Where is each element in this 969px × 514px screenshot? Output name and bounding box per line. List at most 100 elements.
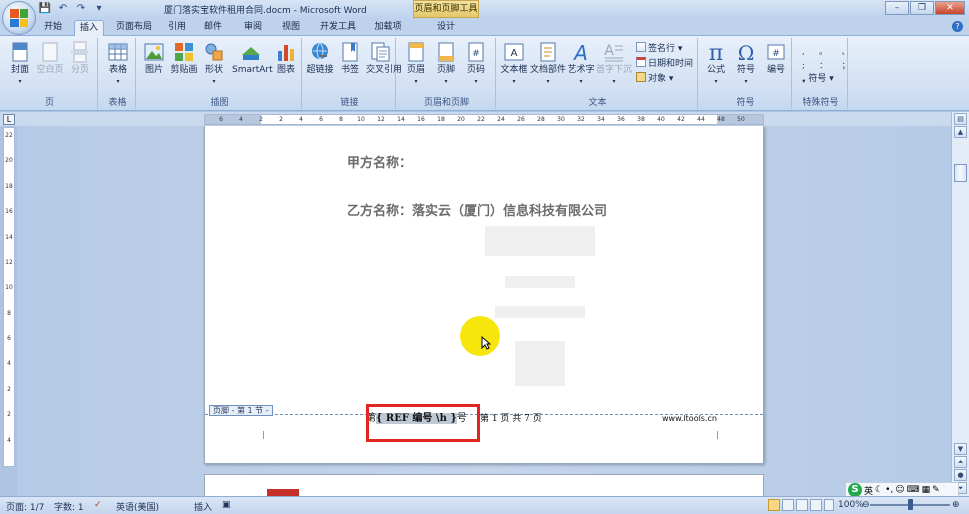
- wordart-button[interactable]: A 艺术字 ▾: [566, 41, 596, 87]
- tab-review[interactable]: 审阅: [240, 20, 266, 36]
- save-icon[interactable]: 💾: [38, 2, 52, 15]
- tab-page-layout[interactable]: 页面布局: [112, 20, 156, 36]
- group-label-special-symbols: 特殊符号: [802, 98, 839, 108]
- insert-mode[interactable]: 插入: [194, 500, 212, 513]
- emoji-icon[interactable]: ☺: [895, 485, 904, 495]
- footer-button[interactable]: 页脚 ▾: [432, 41, 460, 87]
- header-button[interactable]: 页眉 ▾: [402, 41, 430, 87]
- scroll-thumb[interactable]: [954, 164, 967, 182]
- macro-record-icon[interactable]: ▣: [222, 500, 231, 510]
- ruler-tick-label: 32: [577, 116, 585, 123]
- tab-insert[interactable]: 插入: [74, 20, 104, 36]
- svg-text:A: A: [572, 41, 588, 63]
- tab-mailings[interactable]: 邮件: [200, 20, 226, 36]
- previous-page-button[interactable]: ⏶: [954, 456, 967, 468]
- ruler-tick-label: 38: [637, 116, 645, 123]
- restore-button[interactable]: ❐: [910, 1, 934, 15]
- customize-qat-icon[interactable]: ▾: [92, 2, 106, 15]
- date-time-button[interactable]: 日期和时间: [636, 57, 693, 70]
- chart-button[interactable]: 图表: [272, 41, 300, 76]
- ruler-tick-label: 30: [557, 116, 565, 123]
- office-button[interactable]: [2, 1, 36, 35]
- ruler-tick-label: 42: [677, 116, 685, 123]
- hyperlink-icon: [312, 42, 328, 60]
- blank-page-icon: [42, 42, 58, 62]
- number-button[interactable]: # 编号: [762, 41, 790, 76]
- skin-icon[interactable]: ▦: [922, 485, 931, 495]
- scroll-down-button[interactable]: ▼: [954, 443, 967, 455]
- minimize-button[interactable]: –: [885, 1, 909, 15]
- tab-addins[interactable]: 加载项: [370, 20, 406, 36]
- picture-button[interactable]: 图片: [140, 41, 168, 76]
- signature-line-button[interactable]: 签名行 ▾: [636, 42, 682, 55]
- special-symbol-button[interactable]: ❟ 符号 ▾: [802, 74, 834, 85]
- symbol-button[interactable]: Ω 符号 ▾: [732, 41, 760, 87]
- ime-language[interactable]: 英: [864, 484, 873, 497]
- ruler-toggle-button[interactable]: ▤: [954, 113, 967, 125]
- moon-icon[interactable]: ☾: [875, 485, 883, 495]
- bookmark-button[interactable]: 书签: [336, 41, 364, 76]
- punctuation-symbols[interactable]: , 。 、: [802, 46, 856, 57]
- group-tables: 表格 ▾ 表格: [100, 38, 136, 109]
- ruler-tick-label: 6: [319, 116, 323, 123]
- shapes-icon: [205, 43, 223, 61]
- watermark-graphic: [485, 226, 595, 386]
- blank-page-button[interactable]: 空白页: [36, 41, 64, 76]
- cover-page-button[interactable]: 封面 ▾: [6, 41, 34, 87]
- close-button[interactable]: ✕: [935, 1, 965, 15]
- hyperlink-button[interactable]: 超链接: [306, 41, 334, 76]
- vertical-scrollbar[interactable]: ▤ ▲ ▼ ⏶ ● ⏷: [951, 112, 969, 496]
- vruler-tick-label: 20: [5, 157, 13, 165]
- object-button[interactable]: 对象 ▾: [636, 72, 673, 85]
- vruler-tick-label: 6: [7, 335, 11, 343]
- next-page[interactable]: [204, 474, 764, 497]
- scroll-up-button[interactable]: ▲: [954, 126, 967, 138]
- equation-button[interactable]: π 公式 ▾: [702, 41, 730, 87]
- print-layout-view-button[interactable]: [768, 499, 780, 511]
- ruler-tick-label: 10: [357, 116, 365, 123]
- draft-view-button[interactable]: [824, 499, 834, 511]
- tab-view[interactable]: 视图: [278, 20, 304, 36]
- table-button[interactable]: 表格 ▾: [104, 41, 132, 87]
- tab-home[interactable]: 开始: [40, 20, 66, 36]
- zoom-in-button[interactable]: ⊕: [952, 500, 960, 510]
- zoom-slider-thumb[interactable]: [908, 499, 913, 510]
- zoom-out-button[interactable]: ⊖: [862, 500, 870, 510]
- document-page[interactable]: 甲方名称： 乙方名称：落实云（厦门）信息科技有限公司 页脚 - 第 1 节 - …: [204, 126, 764, 464]
- word-count[interactable]: 字数: 1: [54, 500, 84, 513]
- vruler-tick-label: 14: [5, 233, 13, 241]
- page-number-button[interactable]: # 页码 ▾: [462, 41, 490, 87]
- tab-selector[interactable]: L: [3, 114, 15, 125]
- tab-design[interactable]: 设计: [432, 20, 460, 36]
- punctuation-icon[interactable]: •,: [885, 485, 893, 495]
- select-browse-object-button[interactable]: ●: [954, 469, 967, 481]
- drop-cap-button[interactable]: A 首字下沉 ▾: [596, 41, 632, 87]
- keyboard-icon[interactable]: ⌨: [907, 485, 920, 495]
- tools-icon[interactable]: ✎: [932, 485, 940, 495]
- redo-icon[interactable]: ↷: [74, 2, 88, 15]
- document-workspace: 甲方名称： 乙方名称：落实云（厦门）信息科技有限公司 页脚 - 第 1 节 - …: [17, 126, 951, 497]
- cursor-highlight: [460, 316, 500, 356]
- quick-parts-button[interactable]: 文档部件 ▾: [530, 41, 566, 87]
- clipart-button[interactable]: 剪贴画: [170, 41, 198, 76]
- outline-view-button[interactable]: [810, 499, 822, 511]
- tab-references[interactable]: 引用: [164, 20, 190, 36]
- textbox-button[interactable]: A 文本框 ▾: [498, 41, 530, 87]
- web-layout-view-button[interactable]: [796, 499, 808, 511]
- page-indicator[interactable]: 页面: 1/7: [6, 500, 44, 513]
- proofing-icon[interactable]: ✓: [94, 500, 102, 510]
- full-screen-view-button[interactable]: [782, 499, 794, 511]
- smartart-button[interactable]: SmartArt: [232, 41, 273, 76]
- punctuation-symbols-2[interactable]: ; ： ；: [802, 60, 856, 71]
- page-break-icon: [71, 41, 89, 63]
- ruler-tick-label: 2: [259, 116, 263, 123]
- language-indicator[interactable]: 英语(美国): [116, 500, 159, 513]
- page-break-button[interactable]: 分页: [66, 41, 94, 76]
- help-icon[interactable]: ?: [952, 21, 963, 32]
- cross-reference-button[interactable]: 交叉引用: [366, 41, 402, 76]
- undo-icon[interactable]: ↶: [56, 2, 70, 15]
- shapes-button[interactable]: 形状 ▾: [200, 41, 228, 87]
- ruler-bar[interactable]: 6 4 2 2 4 6 8 10 12 14 16 18 20 22 24 26 28 30 32 34 36 38 40 4…: [204, 114, 764, 125]
- tab-developer[interactable]: 开发工具: [316, 20, 360, 36]
- zoom-level[interactable]: 100%: [838, 500, 864, 510]
